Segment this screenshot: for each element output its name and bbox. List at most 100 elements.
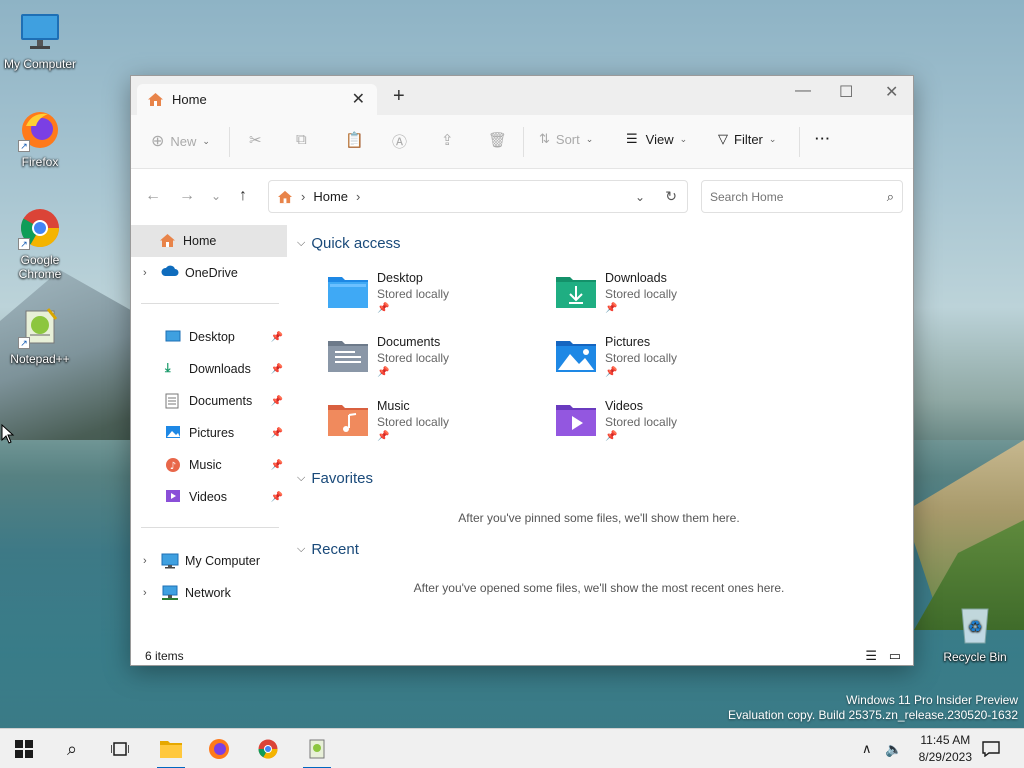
desktop-icon-my-computer[interactable]: My Computer [0, 10, 80, 71]
nav-item-desktop[interactable]: Desktop 📌 [131, 321, 287, 353]
new-button[interactable]: ⊕ New ⌄ [151, 131, 210, 151]
desktop-icon-label: Google Chrome [18, 253, 62, 281]
desktop-icon-label: Recycle Bin [943, 650, 1007, 664]
notepadpp-taskbar-icon[interactable] [297, 729, 337, 768]
share-icon[interactable]: ⇪ [441, 131, 454, 149]
breadcrumb-chevron-icon[interactable]: › [356, 189, 360, 204]
filter-button[interactable]: ▽ Filter ⌄ [718, 131, 776, 147]
nav-item-documents[interactable]: Documents 📌 [131, 385, 287, 417]
nav-item-music[interactable]: ♪ Music 📌 [131, 449, 287, 481]
nav-item-my-computer[interactable]: › My Computer [131, 545, 287, 577]
delete-icon[interactable]: 🗑 [488, 131, 507, 149]
pin-icon[interactable]: 📌 [271, 492, 283, 503]
start-button[interactable] [4, 729, 44, 768]
chrome-taskbar-icon[interactable] [248, 729, 288, 768]
quick-access-item-downloads[interactable]: Downloads Stored locally 📌 [555, 271, 755, 327]
quick-access-item-pictures[interactable]: Pictures Stored locally 📌 [555, 335, 755, 391]
collapse-chevron-icon[interactable]: ⌵ [297, 543, 305, 556]
task-view-icon[interactable] [100, 729, 140, 768]
recent-locations-chevron-icon[interactable]: ⌄ [211, 189, 221, 203]
pin-icon: 📌 [377, 367, 390, 378]
cut-icon[interactable]: ✂ [249, 131, 262, 149]
desktop-icon-firefox[interactable]: ↗ Firefox [0, 108, 80, 169]
sort-button[interactable]: ⇅ Sort ⌄ [539, 131, 593, 147]
documents-folder-icon [328, 341, 368, 372]
back-arrow-icon[interactable]: ← [145, 187, 161, 205]
pin-icon: 📌 [377, 303, 390, 314]
desktop-icon-chrome[interactable]: ↗ Google Chrome [0, 206, 80, 281]
pin-icon[interactable]: 📌 [271, 364, 283, 375]
desktop-icon-notepadpp[interactable]: ↗ Notepad++ [0, 305, 80, 366]
view-button[interactable]: ☰ View ⌄ [626, 131, 687, 147]
collapse-chevron-icon[interactable]: ⌵ [297, 237, 305, 250]
section-title: Recent [311, 541, 359, 558]
details-view-icon[interactable]: ☰ [865, 648, 877, 664]
nav-label: Desktop [189, 330, 235, 344]
windows-watermark: Windows 11 Pro Insider Preview Evaluatio… [728, 693, 1018, 723]
search-input[interactable] [710, 189, 887, 204]
pin-icon: 📌 [377, 431, 390, 442]
firefox-taskbar-icon[interactable] [199, 729, 239, 768]
nav-item-downloads[interactable]: ⤓ Downloads 📌 [131, 353, 287, 385]
tab-title: Home [172, 92, 207, 107]
quick-access-item-videos[interactable]: Videos Stored locally 📌 [555, 399, 755, 455]
expand-chevron-icon[interactable]: › [143, 267, 159, 279]
pictures-folder-icon [556, 341, 596, 372]
expand-chevron-icon[interactable]: › [143, 555, 159, 567]
quick-access-item-music[interactable]: Music Stored locally 📌 [327, 399, 527, 455]
show-hidden-icons-chevron-icon[interactable]: ∧ [862, 729, 872, 768]
up-arrow-icon[interactable]: ↑ [239, 187, 247, 205]
tiles-view-icon[interactable]: ▭ [889, 648, 901, 664]
nav-item-home[interactable]: Home [131, 225, 287, 257]
expand-chevron-icon[interactable]: › [143, 587, 159, 599]
minimize-icon[interactable]: — [795, 82, 811, 100]
new-tab-icon[interactable]: + [393, 85, 405, 108]
cloud-icon [161, 265, 179, 281]
desktop-icon-recycle-bin[interactable]: ♻ Recycle Bin [935, 603, 1015, 664]
shortcut-arrow-icon: ↗ [18, 337, 30, 349]
address-history-chevron-icon[interactable]: ⌄ [635, 190, 645, 204]
rename-icon[interactable]: Ⓐ [392, 131, 407, 152]
pin-icon[interactable]: 📌 [271, 332, 283, 343]
quick-access-item-desktop[interactable]: Desktop Stored locally 📌 [327, 271, 527, 327]
recent-empty-message: After you've opened some files, we'll sh… [413, 581, 785, 595]
maximize-icon[interactable]: ☐ [839, 82, 853, 102]
search-box[interactable]: ⌕ [701, 180, 903, 213]
pin-icon[interactable]: 📌 [271, 396, 283, 407]
new-label: New [170, 133, 197, 149]
home-icon [278, 190, 292, 203]
search-icon[interactable]: ⌕ [887, 189, 894, 205]
more-options-button[interactable]: ··· [815, 131, 831, 146]
clock-time: 11:45 AM [920, 733, 971, 747]
pin-icon[interactable]: 📌 [271, 428, 283, 439]
tab-close-icon[interactable]: ✕ [352, 89, 365, 109]
svg-text:♻: ♻ [968, 617, 982, 636]
refresh-icon[interactable]: ↻ [665, 188, 677, 205]
address-bar[interactable]: › Home › ⌄ ↻ [268, 180, 688, 213]
volume-icon[interactable]: 🔈 [885, 729, 902, 768]
nav-item-pictures[interactable]: Pictures 📌 [131, 417, 287, 449]
notifications-icon[interactable] [982, 729, 1000, 768]
favorites-empty-message: After you've pinned some files, we'll sh… [458, 511, 740, 525]
section-quick-access[interactable]: ⌵ Quick access [297, 235, 401, 252]
section-recent[interactable]: ⌵ Recent [297, 541, 359, 558]
nav-item-network[interactable]: › Network [131, 577, 287, 609]
window-close-icon[interactable]: ✕ [885, 82, 898, 102]
nav-label: OneDrive [185, 266, 238, 280]
pin-icon[interactable]: 📌 [271, 460, 283, 471]
nav-item-onedrive[interactable]: › OneDrive [131, 257, 287, 289]
search-icon[interactable]: ⌕ [52, 729, 92, 768]
tab-home[interactable]: Home ✕ [137, 84, 377, 115]
file-explorer-taskbar-icon[interactable] [151, 729, 191, 768]
document-icon [165, 393, 183, 409]
copy-icon[interactable]: ⧉ [296, 131, 307, 148]
notepadpp-icon: ↗ [18, 305, 62, 349]
paste-icon[interactable]: 📋 [345, 131, 364, 149]
breadcrumb-home[interactable]: Home [313, 189, 348, 204]
nav-item-videos[interactable]: Videos 📌 [131, 481, 287, 513]
forward-arrow-icon[interactable]: → [179, 187, 195, 205]
quick-access-item-documents[interactable]: Documents Stored locally 📌 [327, 335, 527, 391]
section-favorites[interactable]: ⌵ Favorites [297, 470, 373, 487]
collapse-chevron-icon[interactable]: ⌵ [297, 472, 305, 485]
clock[interactable]: 11:45 AM 8/29/2023 [919, 732, 972, 766]
